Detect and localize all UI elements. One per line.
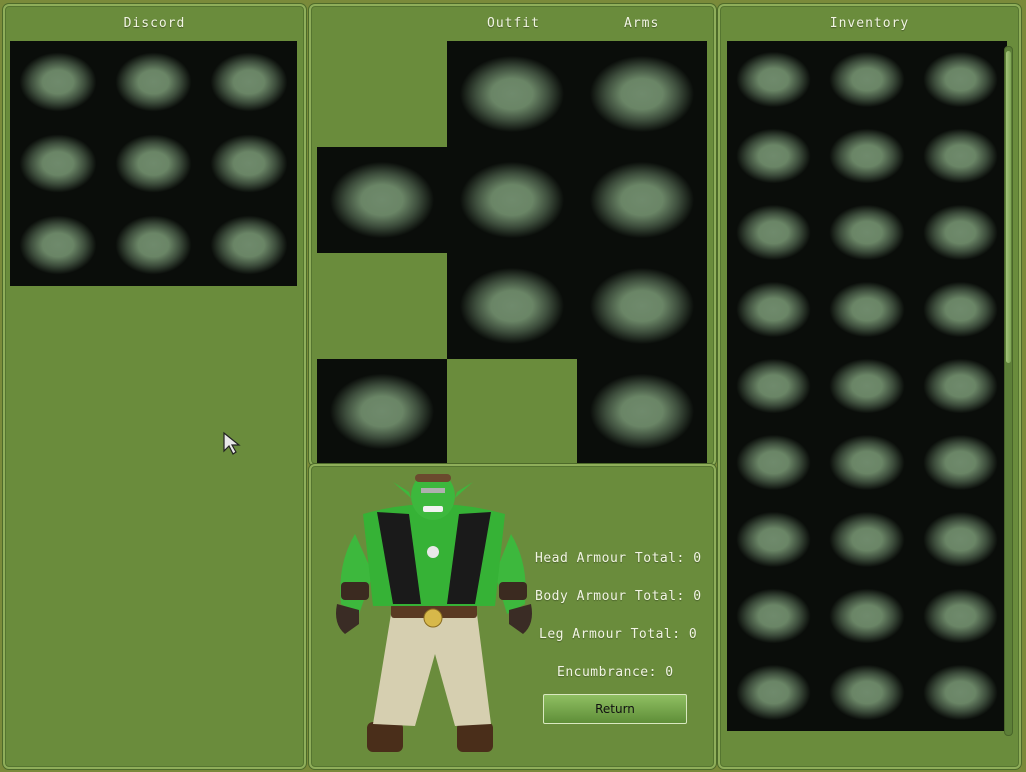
encumbrance: Encumbrance: 0 bbox=[557, 665, 674, 680]
empty-cell bbox=[447, 359, 577, 464]
body-armour-total: Body Armour Total: 0 bbox=[535, 589, 702, 604]
return-button[interactable]: Return bbox=[543, 694, 687, 724]
arms-slot[interactable] bbox=[577, 41, 707, 147]
inventory-slot[interactable] bbox=[913, 654, 1007, 731]
inventory-slot[interactable] bbox=[727, 270, 821, 348]
inventory-slot[interactable] bbox=[727, 500, 821, 578]
outfit-slot-body[interactable] bbox=[447, 147, 577, 253]
inventory-slot[interactable] bbox=[913, 424, 1007, 501]
inventory-slot[interactable] bbox=[820, 347, 914, 425]
orc-character-image bbox=[336, 474, 532, 752]
mouse-cursor-icon bbox=[223, 431, 241, 455]
arms-slot[interactable] bbox=[577, 359, 707, 464]
inventory-slot[interactable] bbox=[913, 577, 1007, 655]
inventory-slot[interactable] bbox=[913, 270, 1007, 348]
inventory-slot[interactable] bbox=[727, 41, 821, 118]
inventory-slot[interactable] bbox=[820, 117, 914, 195]
outfit-title: Outfit bbox=[487, 16, 540, 31]
discord-slot[interactable] bbox=[105, 204, 202, 286]
head-armour-total: Head Armour Total: 0 bbox=[535, 551, 702, 566]
inventory-slot[interactable] bbox=[820, 41, 914, 118]
inventory-slot[interactable] bbox=[727, 117, 821, 195]
inventory-slot[interactable] bbox=[913, 117, 1007, 195]
inventory-slot[interactable] bbox=[727, 347, 821, 425]
discord-slot[interactable] bbox=[105, 122, 202, 205]
inventory-slot[interactable] bbox=[727, 424, 821, 501]
inventory-panel: Inventory bbox=[718, 4, 1021, 769]
leg-armour-total: Leg Armour Total: 0 bbox=[539, 627, 698, 642]
arms-slot[interactable] bbox=[577, 147, 707, 253]
character-panel: Head Armour Total: 0 Body Armour Total: … bbox=[309, 464, 716, 769]
inventory-slot[interactable] bbox=[913, 347, 1007, 425]
discord-slot[interactable] bbox=[10, 204, 106, 286]
inventory-grid bbox=[727, 41, 1007, 731]
inventory-title: Inventory bbox=[829, 16, 910, 31]
outfit-panel: Outfit Arms bbox=[309, 4, 716, 466]
outfit-slot-legs[interactable] bbox=[447, 253, 577, 359]
outfit-slot-head[interactable] bbox=[447, 41, 577, 147]
inventory-slot[interactable] bbox=[727, 194, 821, 271]
inventory-slot[interactable] bbox=[820, 577, 914, 655]
inventory-slot[interactable] bbox=[820, 424, 914, 501]
scrollbar-thumb[interactable] bbox=[1006, 51, 1011, 363]
discord-slot[interactable] bbox=[201, 122, 297, 205]
inventory-slot[interactable] bbox=[913, 194, 1007, 271]
outfit-slot-side[interactable] bbox=[317, 147, 447, 253]
discord-slot[interactable] bbox=[105, 41, 202, 123]
inventory-scrollbar[interactable] bbox=[1004, 46, 1013, 736]
outfit-slot-feet[interactable] bbox=[317, 359, 447, 464]
discord-slot[interactable] bbox=[10, 41, 106, 123]
discord-slot[interactable] bbox=[201, 41, 297, 123]
inventory-slot[interactable] bbox=[913, 41, 1007, 118]
inventory-slot[interactable] bbox=[727, 654, 821, 731]
empty-cell bbox=[317, 41, 447, 147]
inventory-slot[interactable] bbox=[820, 194, 914, 271]
equipment-grid bbox=[317, 41, 707, 464]
discord-slot[interactable] bbox=[10, 122, 106, 205]
inventory-slot[interactable] bbox=[727, 577, 821, 655]
inventory-slot[interactable] bbox=[820, 270, 914, 348]
inventory-slot[interactable] bbox=[820, 654, 914, 731]
empty-cell bbox=[317, 253, 447, 359]
discord-slot[interactable] bbox=[201, 204, 297, 286]
discord-panel: Discord bbox=[3, 4, 306, 769]
inventory-slot[interactable] bbox=[913, 500, 1007, 578]
inventory-slot[interactable] bbox=[820, 500, 914, 578]
arms-slot[interactable] bbox=[577, 253, 707, 359]
discord-title: Discord bbox=[123, 16, 186, 31]
arms-title: Arms bbox=[624, 16, 660, 31]
discord-grid bbox=[10, 41, 297, 286]
